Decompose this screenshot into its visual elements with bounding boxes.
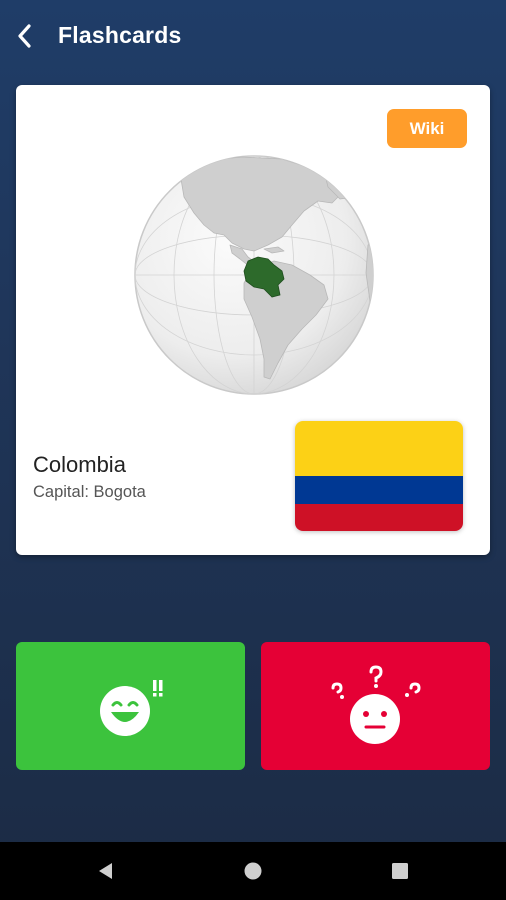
top-app-bar: Flashcards (0, 0, 506, 72)
globe-map (134, 155, 374, 395)
circle-home-icon (244, 862, 262, 880)
capital-label: Capital: Bogota (33, 483, 146, 501)
laughing-face-icon (100, 680, 163, 736)
flashcard: Wiki Colombia Capital: Bogota (16, 85, 490, 555)
know-button[interactable] (16, 642, 245, 770)
country-name: Colombia (33, 452, 126, 477)
nav-home-button[interactable] (223, 842, 283, 900)
chevron-left-icon (18, 24, 31, 48)
country-flag (295, 421, 463, 531)
confused-face-icon (331, 665, 421, 744)
flag-stripe-blue (295, 476, 463, 504)
square-recents-icon (392, 863, 408, 879)
triangle-back-icon (99, 863, 112, 879)
dont-know-button[interactable] (261, 642, 490, 770)
back-button[interactable] (10, 20, 40, 52)
flag-stripe-red (295, 503, 463, 531)
system-nav-bar (0, 842, 506, 900)
nav-back-button[interactable] (76, 842, 136, 900)
page-title: Flashcards (58, 22, 182, 48)
wiki-button[interactable]: Wiki (387, 109, 467, 148)
flag-stripe-yellow (295, 421, 463, 476)
nav-recents-button[interactable] (370, 842, 430, 900)
